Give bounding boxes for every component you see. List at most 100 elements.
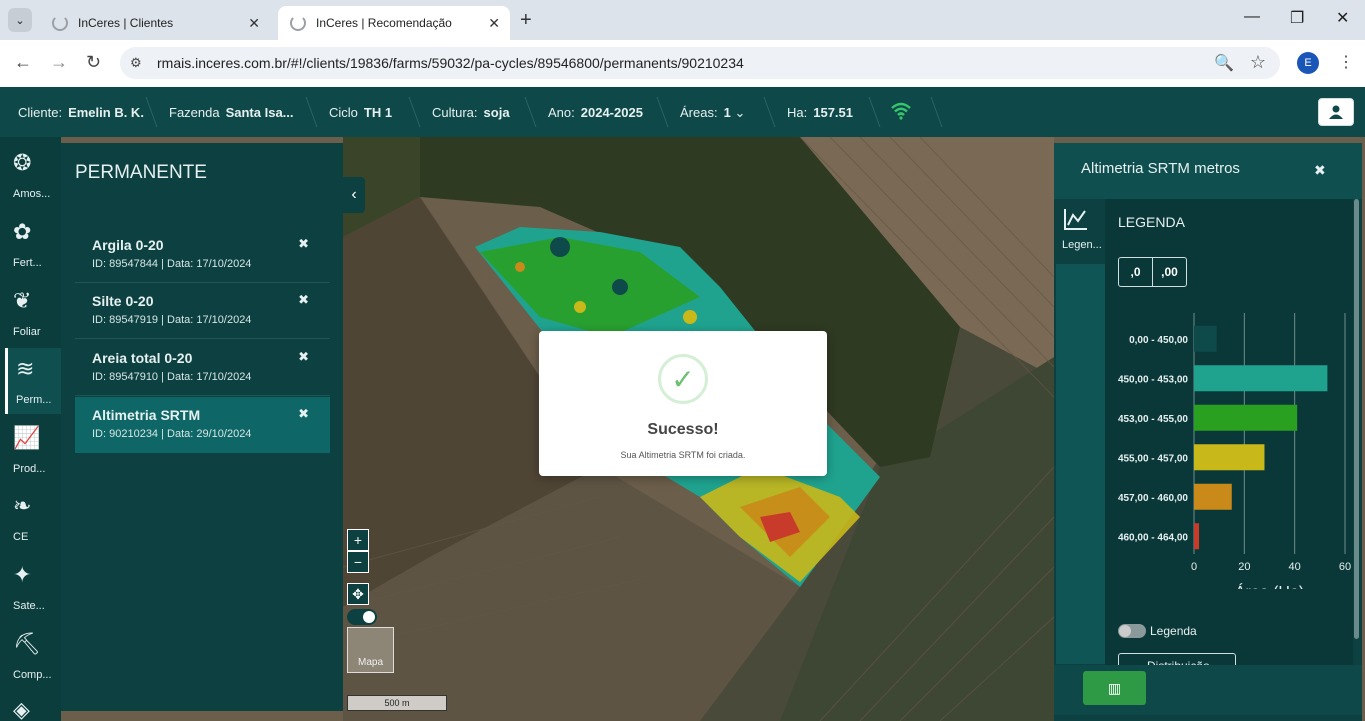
close-icon[interactable]: ✕ [488, 15, 500, 32]
year-selector[interactable]: Ano: 2024-2025 [548, 105, 643, 120]
browser-menu-icon[interactable]: ⋮ [1338, 52, 1354, 72]
tab-title: InCeres | Clientes [78, 16, 174, 30]
cycle-selector[interactable]: Ciclo TH 1 [329, 105, 392, 120]
nav-label: Perm... [16, 394, 52, 406]
site-settings-icon[interactable]: ⚙ [130, 55, 142, 71]
nav-item-satelite[interactable]: ✦ Sate... [5, 554, 61, 620]
nav-label: CE [13, 531, 29, 543]
areas-selector[interactable]: Áreas: 1 ⌄ [680, 105, 745, 121]
bar [1194, 444, 1265, 471]
permanent-item[interactable]: Silte 0-20 ID: 89547919 | Data: 17/10/20… [75, 283, 330, 339]
side-strip [1056, 264, 1105, 664]
permanent-item-selected[interactable]: Altimetria SRTM ID: 90210234 | Data: 29/… [75, 397, 330, 453]
nav-item-permanente[interactable]: ≋ Perm... [5, 348, 61, 414]
farm-label: Fazenda [169, 105, 220, 120]
divider [397, 97, 421, 127]
nav-item-produtividade[interactable]: 📈 Prod... [5, 417, 61, 483]
client-selector[interactable]: Cliente: Emelin B. K. [18, 105, 144, 120]
profile-avatar[interactable]: E [1297, 52, 1319, 74]
category-label: 453,00 - 455,00 [1118, 414, 1188, 425]
close-icon[interactable]: ✖ [298, 236, 309, 252]
tab-search-button[interactable]: ⌄ [8, 8, 32, 32]
close-icon[interactable]: ✖ [1314, 162, 1326, 179]
crop-label: Cultura: [432, 105, 478, 120]
permanent-item[interactable]: Argila 0-20 ID: 89547844 | Data: 17/10/2… [75, 227, 330, 283]
bar [1194, 523, 1200, 550]
nav-item-amostras[interactable]: ❂ Amos... [5, 142, 61, 208]
zoom-in-button[interactable]: + [347, 529, 369, 551]
chart-line-icon [1063, 207, 1089, 237]
legend-panel: Altimetria SRTM metros ✖ Legen... LEGEND… [1054, 143, 1362, 721]
library-button[interactable]: ▥ [1083, 671, 1146, 705]
legend-panel-footer: ▥ [1054, 665, 1362, 715]
layers-icon: ◈ [13, 697, 30, 721]
legend-toggle[interactable] [1118, 624, 1146, 638]
decrease-decimals-button[interactable]: ,0 [1119, 258, 1152, 286]
x-tick-label: 60 [1339, 561, 1351, 573]
new-tab-button[interactable]: + [520, 9, 532, 32]
close-icon[interactable]: ✕ [248, 15, 260, 32]
category-label: 460,00 - 464,00 [1118, 532, 1188, 543]
books-icon: ▥ [1107, 679, 1122, 696]
left-nav: ❂ Amos... ✿ Fert... ❦ Foliar ≋ Perm... 📈… [0, 137, 61, 721]
zoom-out-button[interactable]: − [347, 551, 369, 573]
increase-decimals-button[interactable]: ,00 [1152, 258, 1186, 286]
browser-tab-recomendacao[interactable]: InCeres | Recomendação ✕ [278, 6, 510, 40]
url-field[interactable]: ⚙ rmais.inceres.com.br/#!/clients/19836/… [120, 47, 1280, 79]
reload-button[interactable]: ↻ [86, 52, 101, 73]
wifi-icon [890, 102, 912, 125]
scale-bar: 500 m [347, 695, 447, 711]
close-icon[interactable]: ✖ [298, 349, 309, 365]
minimize-button[interactable]: — [1244, 8, 1260, 26]
back-button[interactable]: ← [14, 52, 32, 73]
basemap-switcher[interactable]: Mapa [347, 627, 394, 673]
nav-item-compactacao[interactable]: ⛏ Comp... [5, 623, 61, 689]
crop-selector[interactable]: Cultura: soja [432, 105, 510, 120]
item-name: Argila 0-20 [92, 237, 164, 253]
maximize-button[interactable]: ❐ [1290, 8, 1304, 28]
fertility-icon: ✿ [13, 219, 32, 244]
nav-label: Prod... [13, 463, 46, 475]
side-tab-label: Legen... [1062, 239, 1102, 251]
item-meta: ID: 90210234 | Data: 29/10/2024 [92, 428, 252, 440]
nav-label: Amos... [13, 188, 51, 200]
client-label: Cliente: [18, 105, 63, 120]
x-tick-label: 40 [1289, 561, 1301, 573]
bookmark-star-icon[interactable]: ☆ [1250, 52, 1266, 73]
x-tick-label: 20 [1238, 561, 1250, 573]
close-icon[interactable]: ✖ [298, 406, 309, 422]
item-name: Silte 0-20 [92, 293, 154, 309]
legend-side-tab[interactable]: Legen... [1056, 201, 1105, 264]
nav-label: Foliar [13, 326, 41, 338]
user-menu-button[interactable] [1318, 98, 1354, 126]
divider [294, 97, 318, 127]
year-value: 2024-2025 [580, 105, 643, 120]
nav-item-fertilidade[interactable]: ✿ Fert... [5, 211, 61, 277]
basemap-label: Mapa [357, 657, 383, 668]
app-header: Cliente: Emelin B. K. Fazenda Santa Isa...… [0, 87, 1365, 137]
satellite-icon: ✦ [13, 562, 32, 587]
scrollbar[interactable] [1353, 199, 1360, 666]
bar [1194, 483, 1232, 510]
farm-selector[interactable]: Fazenda Santa Isa... [169, 105, 294, 120]
nav-item-foliar[interactable]: ❦ Foliar [5, 280, 61, 346]
item-meta: ID: 89547919 | Data: 17/10/2024 [92, 314, 252, 326]
close-icon[interactable]: ✖ [298, 292, 309, 308]
plant-icon: ❧ [13, 493, 32, 518]
zoom-icon[interactable]: 🔍 [1214, 53, 1234, 73]
nav-label: Sate... [13, 600, 45, 612]
layer-toggle[interactable] [347, 609, 377, 625]
samples-icon: ❂ [13, 150, 32, 175]
nav-item-ce[interactable]: ❧ CE [5, 485, 61, 551]
ha-value: 157.51 [813, 105, 853, 120]
category-label: 450,00 - 453,00 [1118, 374, 1188, 385]
areas-label: Áreas: [680, 105, 718, 120]
move-arrows-icon: ✥ [352, 585, 364, 602]
close-window-button[interactable]: ✕ [1336, 8, 1349, 28]
forward-button[interactable]: → [50, 52, 68, 73]
pan-move-button[interactable]: ✥ [347, 583, 369, 605]
browser-tab-clientes[interactable]: InCeres | Clientes ✕ [40, 6, 270, 40]
permanent-item[interactable]: Areia total 0-20 ID: 89547910 | Data: 17… [75, 340, 330, 396]
nav-item-layers[interactable]: ◈ [5, 689, 61, 721]
collapse-panel-button[interactable]: ‹ [343, 177, 365, 213]
